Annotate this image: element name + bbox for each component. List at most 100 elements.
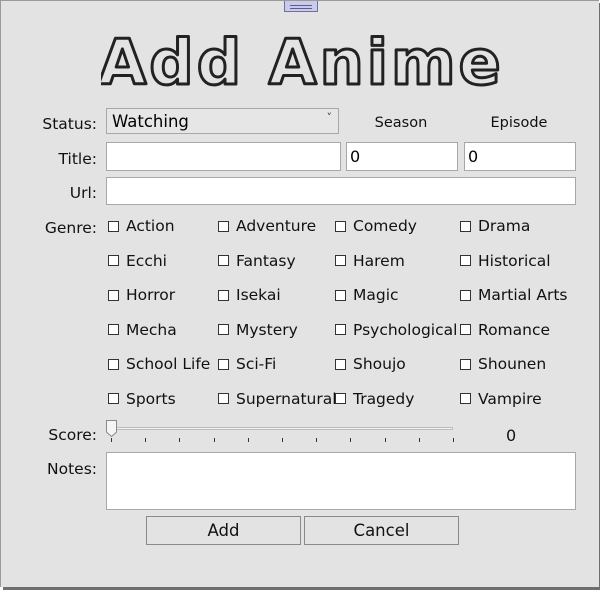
genre-label-text: School Life — [126, 355, 211, 373]
genre-label-text: Sci-Fi — [236, 355, 277, 373]
genre-checkbox-adventure[interactable]: Adventure — [218, 216, 316, 236]
status-dropdown[interactable]: Watching ˅ — [106, 108, 339, 134]
score-slider-thumb[interactable] — [106, 420, 117, 437]
slider-tick — [179, 438, 180, 442]
genre-label-text: Isekai — [236, 286, 281, 304]
status-label: Status: — [42, 115, 97, 133]
checkbox-box[interactable] — [108, 393, 119, 404]
add-anime-window: Add Anime Status: Watching ˅ Season Epis… — [0, 0, 599, 587]
genre-label-text: Ecchi — [126, 251, 167, 270]
checkbox-box[interactable] — [218, 324, 229, 335]
checkbox-box[interactable] — [108, 358, 119, 370]
genre-checkbox-harem[interactable]: Harem — [335, 251, 405, 271]
checkbox-box[interactable] — [108, 255, 119, 266]
slider-tick — [316, 438, 317, 442]
slider-tick — [111, 438, 112, 442]
checkbox-box[interactable] — [218, 289, 229, 301]
genre-checkbox-tragedy[interactable]: Tragedy — [335, 389, 414, 409]
checkbox-box[interactable] — [460, 289, 471, 301]
genre-checkbox-magic[interactable]: Magic — [335, 285, 399, 305]
genre-checkbox-vampire[interactable]: Vampire — [460, 389, 542, 409]
checkbox-box[interactable] — [335, 289, 346, 301]
slider-tick — [214, 438, 215, 442]
checkbox-box[interactable] — [108, 324, 119, 335]
genre-checkbox-school-life[interactable]: School Life — [108, 354, 210, 374]
genre-checkbox-action[interactable]: Action — [108, 216, 175, 236]
genre-checkbox-historical[interactable]: Historical — [460, 251, 551, 271]
genre-label-text: Fantasy — [236, 251, 296, 270]
status-selected-value: Watching — [112, 112, 189, 131]
genre-checkbox-romance[interactable]: Romance — [460, 320, 550, 340]
slider-tick — [385, 438, 386, 442]
checkbox-box[interactable] — [335, 220, 346, 232]
genre-checkbox-ecchi[interactable]: Ecchi — [108, 251, 167, 271]
page-title: Add Anime — [101, 29, 501, 99]
episode-input[interactable]: 0 — [464, 142, 576, 171]
genre-label-text: Psychological — [353, 320, 458, 339]
genre-label-text: Supernatural — [236, 389, 337, 408]
genre-checkbox-fantasy[interactable]: Fantasy — [218, 251, 296, 271]
add-button[interactable]: Add — [146, 516, 301, 545]
genre-checkbox-supernatural[interactable]: Supernatural — [218, 389, 337, 409]
page-title-text: Add Anime — [101, 29, 501, 99]
genre-checkbox-martial-arts[interactable]: Martial Arts — [460, 285, 568, 305]
genre-checkbox-isekai[interactable]: Isekai — [218, 285, 281, 305]
drag-handle[interactable] — [284, 1, 318, 12]
genre-label-text: Harem — [353, 251, 405, 270]
genre-label-text: Comedy — [353, 217, 417, 235]
title-input[interactable] — [106, 142, 341, 171]
checkbox-box[interactable] — [460, 358, 471, 370]
chevron-down-icon: ˅ — [326, 111, 333, 124]
genre-checkbox-psychological[interactable]: Psychological — [335, 320, 457, 340]
genre-label-text: Martial Arts — [478, 286, 568, 304]
notes-label: Notes: — [47, 460, 97, 478]
checkbox-box[interactable] — [460, 324, 471, 335]
checkbox-box[interactable] — [108, 289, 119, 301]
checkbox-box[interactable] — [335, 393, 346, 404]
checkbox-box[interactable] — [335, 358, 346, 370]
genre-checkbox-comedy[interactable]: Comedy — [335, 216, 417, 236]
genre-label-text: Magic — [353, 286, 399, 304]
episode-header: Episode — [490, 115, 548, 131]
slider-tick — [419, 438, 420, 442]
url-input[interactable] — [106, 177, 576, 205]
genre-label-text: Action — [126, 217, 175, 235]
score-value: 0 — [506, 426, 517, 445]
score-slider-track[interactable] — [110, 427, 453, 430]
checkbox-box[interactable] — [460, 220, 471, 232]
season-input[interactable]: 0 — [346, 142, 458, 171]
genre-checkbox-drama[interactable]: Drama — [460, 216, 530, 236]
checkbox-box[interactable] — [335, 324, 346, 335]
slider-tick — [350, 438, 351, 442]
checkbox-box[interactable] — [218, 220, 229, 232]
season-header: Season — [374, 115, 428, 131]
notes-textarea[interactable] — [106, 452, 576, 510]
checkbox-box[interactable] — [460, 255, 471, 266]
checkbox-box[interactable] — [335, 255, 346, 266]
genre-label-text: Shounen — [478, 355, 547, 373]
title-label: Title: — [58, 150, 97, 168]
genre-label-text: Shoujo — [353, 355, 406, 373]
genre-checkbox-mystery[interactable]: Mystery — [218, 320, 298, 340]
genre-checkbox-sci-fi[interactable]: Sci-Fi — [218, 354, 276, 374]
genre-checkbox-mecha[interactable]: Mecha — [108, 320, 177, 340]
genre-label: Genre: — [44, 219, 97, 237]
slider-tick — [282, 438, 283, 442]
slider-tick — [248, 438, 249, 442]
genre-label-text: Romance — [478, 320, 551, 339]
checkbox-box[interactable] — [108, 220, 119, 232]
checkbox-box[interactable] — [218, 393, 229, 404]
genre-label-text: Sports — [126, 389, 176, 408]
checkbox-box[interactable] — [218, 255, 229, 266]
genre-checkbox-horror[interactable]: Horror — [108, 285, 175, 305]
checkbox-box[interactable] — [460, 393, 471, 404]
genre-label-text: Mystery — [236, 320, 298, 339]
genre-label-text: Adventure — [236, 217, 317, 235]
genre-checkbox-shoujo[interactable]: Shoujo — [335, 354, 406, 374]
checkbox-box[interactable] — [218, 358, 229, 370]
genre-label-text: Horror — [126, 286, 176, 304]
genre-checkbox-sports[interactable]: Sports — [108, 389, 176, 409]
genre-label-text: Mecha — [126, 320, 177, 339]
genre-checkbox-shounen[interactable]: Shounen — [460, 354, 546, 374]
cancel-button[interactable]: Cancel — [304, 516, 459, 545]
